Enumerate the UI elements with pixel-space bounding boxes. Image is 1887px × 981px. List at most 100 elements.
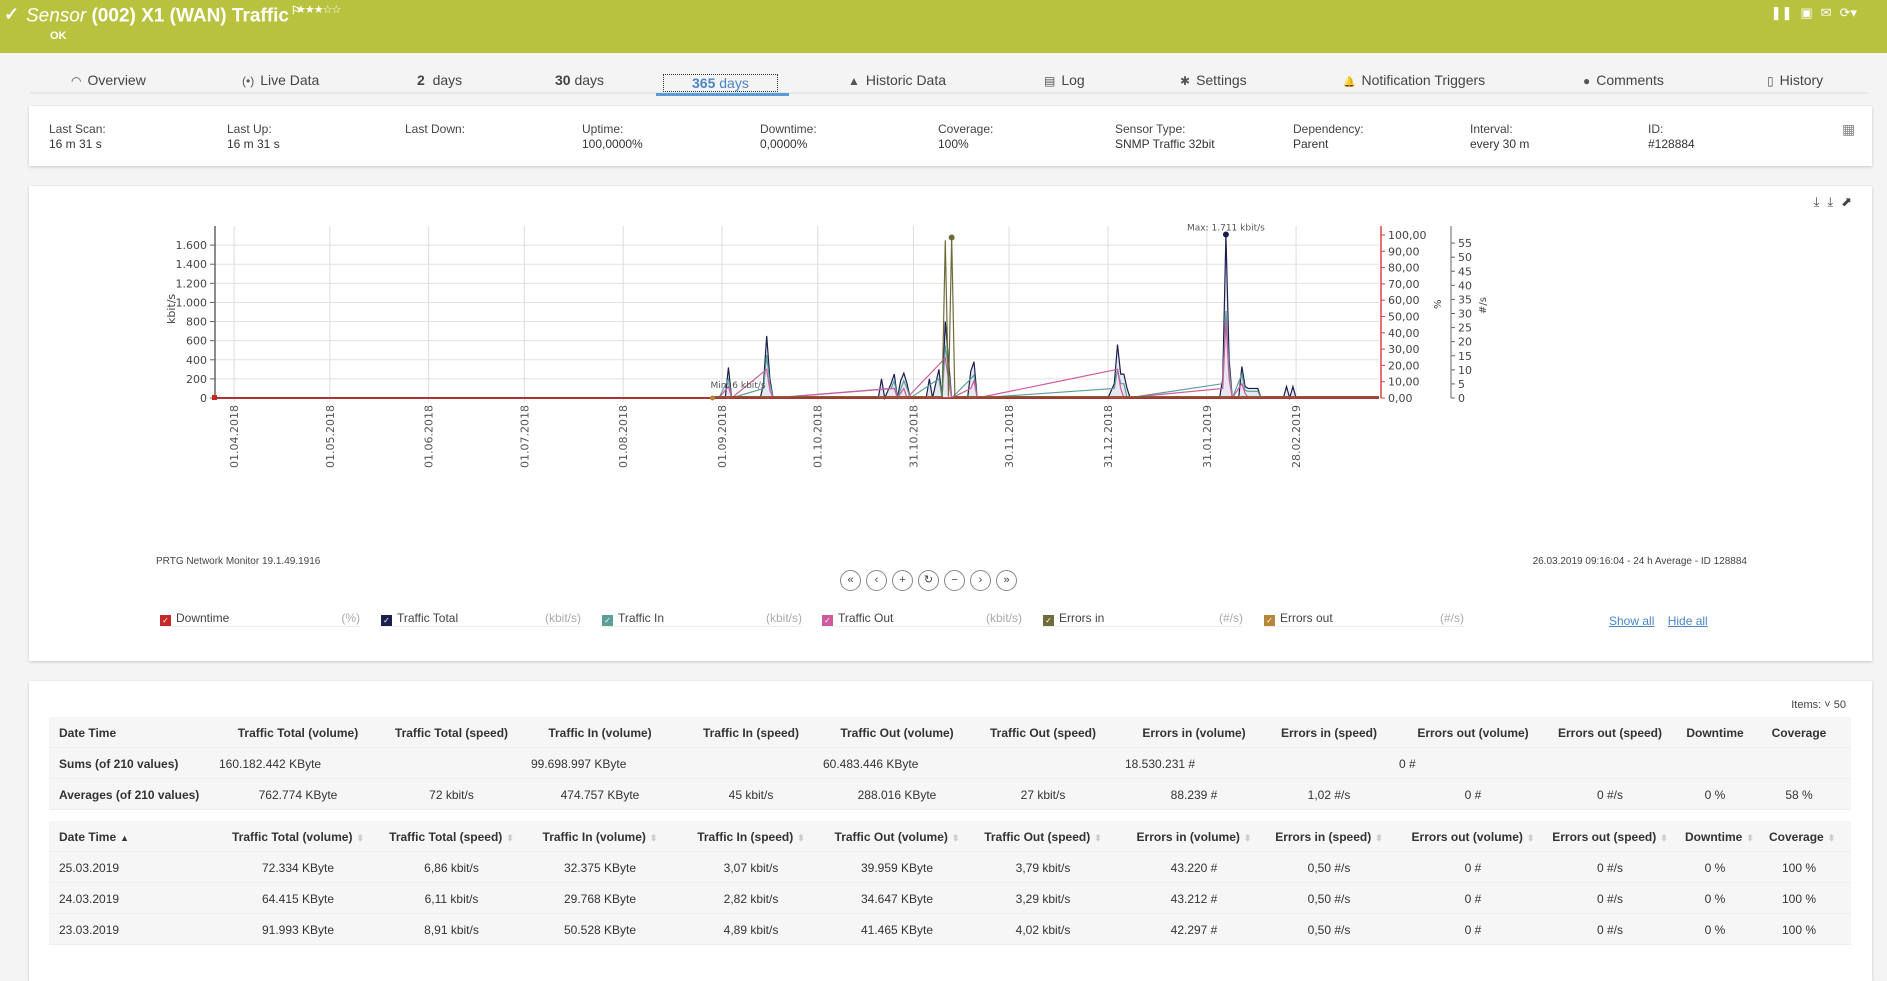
sort-ascending-icon[interactable]: ▲ — [120, 833, 129, 843]
refresh-icon[interactable]: ⟳▾ — [1840, 5, 1857, 21]
column-header[interactable]: Coverage ⬍ — [1769, 830, 1835, 844]
cell-text: 3,07 kbit/s — [723, 861, 779, 875]
sort-icon[interactable]: ⬍ — [506, 833, 514, 843]
column-header[interactable]: Traffic Out (volume) ⬍ — [827, 830, 967, 844]
sort-icon[interactable]: ⬍ — [952, 833, 960, 843]
pause-icon[interactable]: ❚❚ — [1771, 5, 1793, 21]
info-value[interactable]: Parent — [1293, 137, 1364, 152]
checkbox-icon[interactable]: ✓ — [1264, 615, 1275, 626]
sort-icon[interactable]: ⬍ — [1746, 833, 1754, 843]
zoom-in-button[interactable]: + — [892, 570, 913, 591]
column-header[interactable]: Downtime ⬍ — [1685, 830, 1754, 844]
cell-text: 64.415 KByte — [261, 892, 335, 906]
table-cell: Sums (of 210 values) — [59, 757, 189, 771]
tab-30-days[interactable]: 30 days — [555, 72, 604, 94]
column-header[interactable]: Traffic Total (speed) ⬍ — [384, 830, 519, 844]
priority-stars[interactable]: ★★★☆☆ — [296, 3, 341, 16]
sort-icon[interactable]: ⬍ — [1094, 833, 1102, 843]
legend-label: Downtime — [176, 611, 230, 625]
show-all-link[interactable]: Show all — [1609, 614, 1654, 628]
max-annotation: Max: 1.711 kbit/s — [1187, 224, 1265, 234]
table-row[interactable]: 25.03.2019 72.334 KByte 6,86 kbit/s 32.375 … — [49, 852, 1851, 883]
column-header: Errors in (volume) — [1129, 726, 1259, 740]
legend-errors-in[interactable]: ✓ Errors in (#/s) — [1043, 611, 1243, 627]
checkbox-icon[interactable]: ✓ — [822, 615, 833, 626]
reset-zoom-button[interactable]: ↻ — [918, 570, 939, 591]
sort-icon[interactable]: ⬍ — [1527, 833, 1535, 843]
items-per-page[interactable]: Items: ˅ 50 — [1791, 699, 1846, 711]
cell-text: 4,89 kbit/s — [723, 923, 779, 937]
previous-button[interactable]: ‹ — [866, 570, 887, 591]
column-header[interactable]: Traffic In (speed) ⬍ — [691, 830, 811, 844]
info-label: Interval: — [1470, 122, 1513, 136]
tab-history[interactable]: ▯ History — [1767, 72, 1823, 94]
legend-errors-out[interactable]: ✓ Errors out (#/s) — [1264, 611, 1464, 627]
sort-icon[interactable]: ⬍ — [1244, 833, 1252, 843]
cell-text: Traffic In (volume) — [548, 726, 652, 740]
email-icon[interactable]: ✉ — [1821, 5, 1832, 21]
column-header[interactable]: Errors out (speed) ⬍ — [1545, 830, 1675, 844]
sort-icon[interactable]: ⬍ — [1828, 833, 1836, 843]
table-cell: 160.182.442 KByte — [219, 757, 369, 771]
cell-text: 100 % — [1781, 861, 1817, 875]
checkbox-icon[interactable]: ✓ — [1043, 615, 1054, 626]
column-header[interactable]: Traffic Total (volume) ⬍ — [223, 830, 373, 844]
table-cell: 3,79 kbit/s — [983, 861, 1103, 875]
table-cell: 91.993 KByte — [223, 923, 373, 937]
first-page-button[interactable]: « — [840, 570, 861, 591]
right-tick-label: 10 — [1458, 364, 1472, 377]
sort-icon[interactable]: ⬍ — [650, 833, 658, 843]
tab-log[interactable]: ▤ Log — [1044, 72, 1085, 94]
traffic-chart[interactable]: 01.04.2018 01.05.2018 01.06.2018 01.07.2018… — [29, 186, 1872, 546]
table-cell: 0 # — [1399, 757, 1539, 771]
sort-icon[interactable]: ⬍ — [356, 833, 364, 843]
cell-text: Errors in (volume) — [1142, 726, 1246, 740]
next-button[interactable]: › — [970, 570, 991, 591]
cell-text: 6,11 kbit/s — [424, 892, 479, 906]
legend-traffic-in[interactable]: ✓ Traffic In (kbit/s) — [602, 611, 802, 627]
qr-code-icon[interactable]: ▦ — [1842, 121, 1858, 137]
right-tick-label: 100,00 — [1388, 229, 1427, 242]
hide-all-link[interactable]: Hide all — [1668, 614, 1708, 628]
checkbox-icon[interactable]: ✓ — [602, 615, 613, 626]
table-cell: 41.465 KByte — [827, 923, 967, 937]
legend-unit: (kbit/s) — [766, 611, 802, 625]
last-page-button[interactable]: » — [996, 570, 1017, 591]
table-cell: 4,02 kbit/s — [983, 923, 1103, 937]
cell-text: Errors in (speed) — [1280, 726, 1378, 740]
cell-text: 0 # — [1464, 861, 1482, 875]
table-cell: 0,50 #/s — [1269, 892, 1389, 906]
zoom-out-button[interactable]: − — [944, 570, 965, 591]
tab-365-days[interactable]: 365 days — [656, 74, 789, 96]
tab-overview[interactable]: ◠ Overview — [71, 72, 146, 94]
tab-2-days[interactable]: 2 days — [417, 72, 462, 94]
cell-text: 3,29 kbit/s — [1015, 892, 1071, 906]
legend-traffic-total[interactable]: ✓ Traffic Total (kbit/s) — [381, 611, 581, 627]
sensor-name: (002) X1 (WAN) Traffic — [91, 5, 289, 27]
sort-icon[interactable]: ⬍ — [1660, 833, 1668, 843]
legend-traffic-out[interactable]: ✓ Traffic Out (kbit/s) — [822, 611, 1022, 627]
cell-text: 100 % — [1781, 923, 1817, 937]
tab-historic-data[interactable]: ▲ Historic Data — [848, 72, 946, 94]
legend-downtime[interactable]: ✓ Downtime (%) — [160, 611, 360, 627]
column-header[interactable]: Date Time ▲ — [59, 830, 189, 844]
column-header[interactable]: Traffic Out (speed) ⬍ — [983, 830, 1103, 844]
info-value: SNMP Traffic 32bit — [1115, 137, 1215, 151]
tab-settings[interactable]: ✱ Settings — [1180, 72, 1247, 94]
table-cell: 0 #/s — [1545, 861, 1675, 875]
checkbox-icon[interactable]: ✓ — [381, 615, 392, 626]
column-header[interactable]: Traffic In (volume) ⬍ — [535, 830, 665, 844]
column-header[interactable]: Errors out (volume) ⬍ — [1403, 830, 1543, 844]
column-header[interactable]: Errors in (speed) ⬍ — [1269, 830, 1389, 844]
sort-icon[interactable]: ⬍ — [797, 833, 805, 843]
checkbox-icon[interactable]: ✓ — [160, 615, 171, 626]
tab-live-data[interactable]: (•) Live Data — [242, 72, 319, 94]
tab-notification-triggers[interactable]: 🔔 Notification Triggers — [1343, 72, 1485, 94]
tab-comments[interactable]: ● Comments — [1583, 72, 1664, 94]
table-row[interactable]: 23.03.2019 91.993 KByte 8,91 kbit/s 50.528 … — [49, 914, 1851, 945]
table-row[interactable]: 24.03.2019 64.415 KByte 6,11 kbit/s 29.768 … — [49, 883, 1851, 914]
column-header[interactable]: Errors in (volume) ⬍ — [1129, 830, 1259, 844]
sort-icon[interactable]: ⬍ — [1375, 833, 1383, 843]
report-icon[interactable]: ▣ — [1800, 5, 1812, 21]
cell-text: Date Time — [59, 726, 117, 740]
